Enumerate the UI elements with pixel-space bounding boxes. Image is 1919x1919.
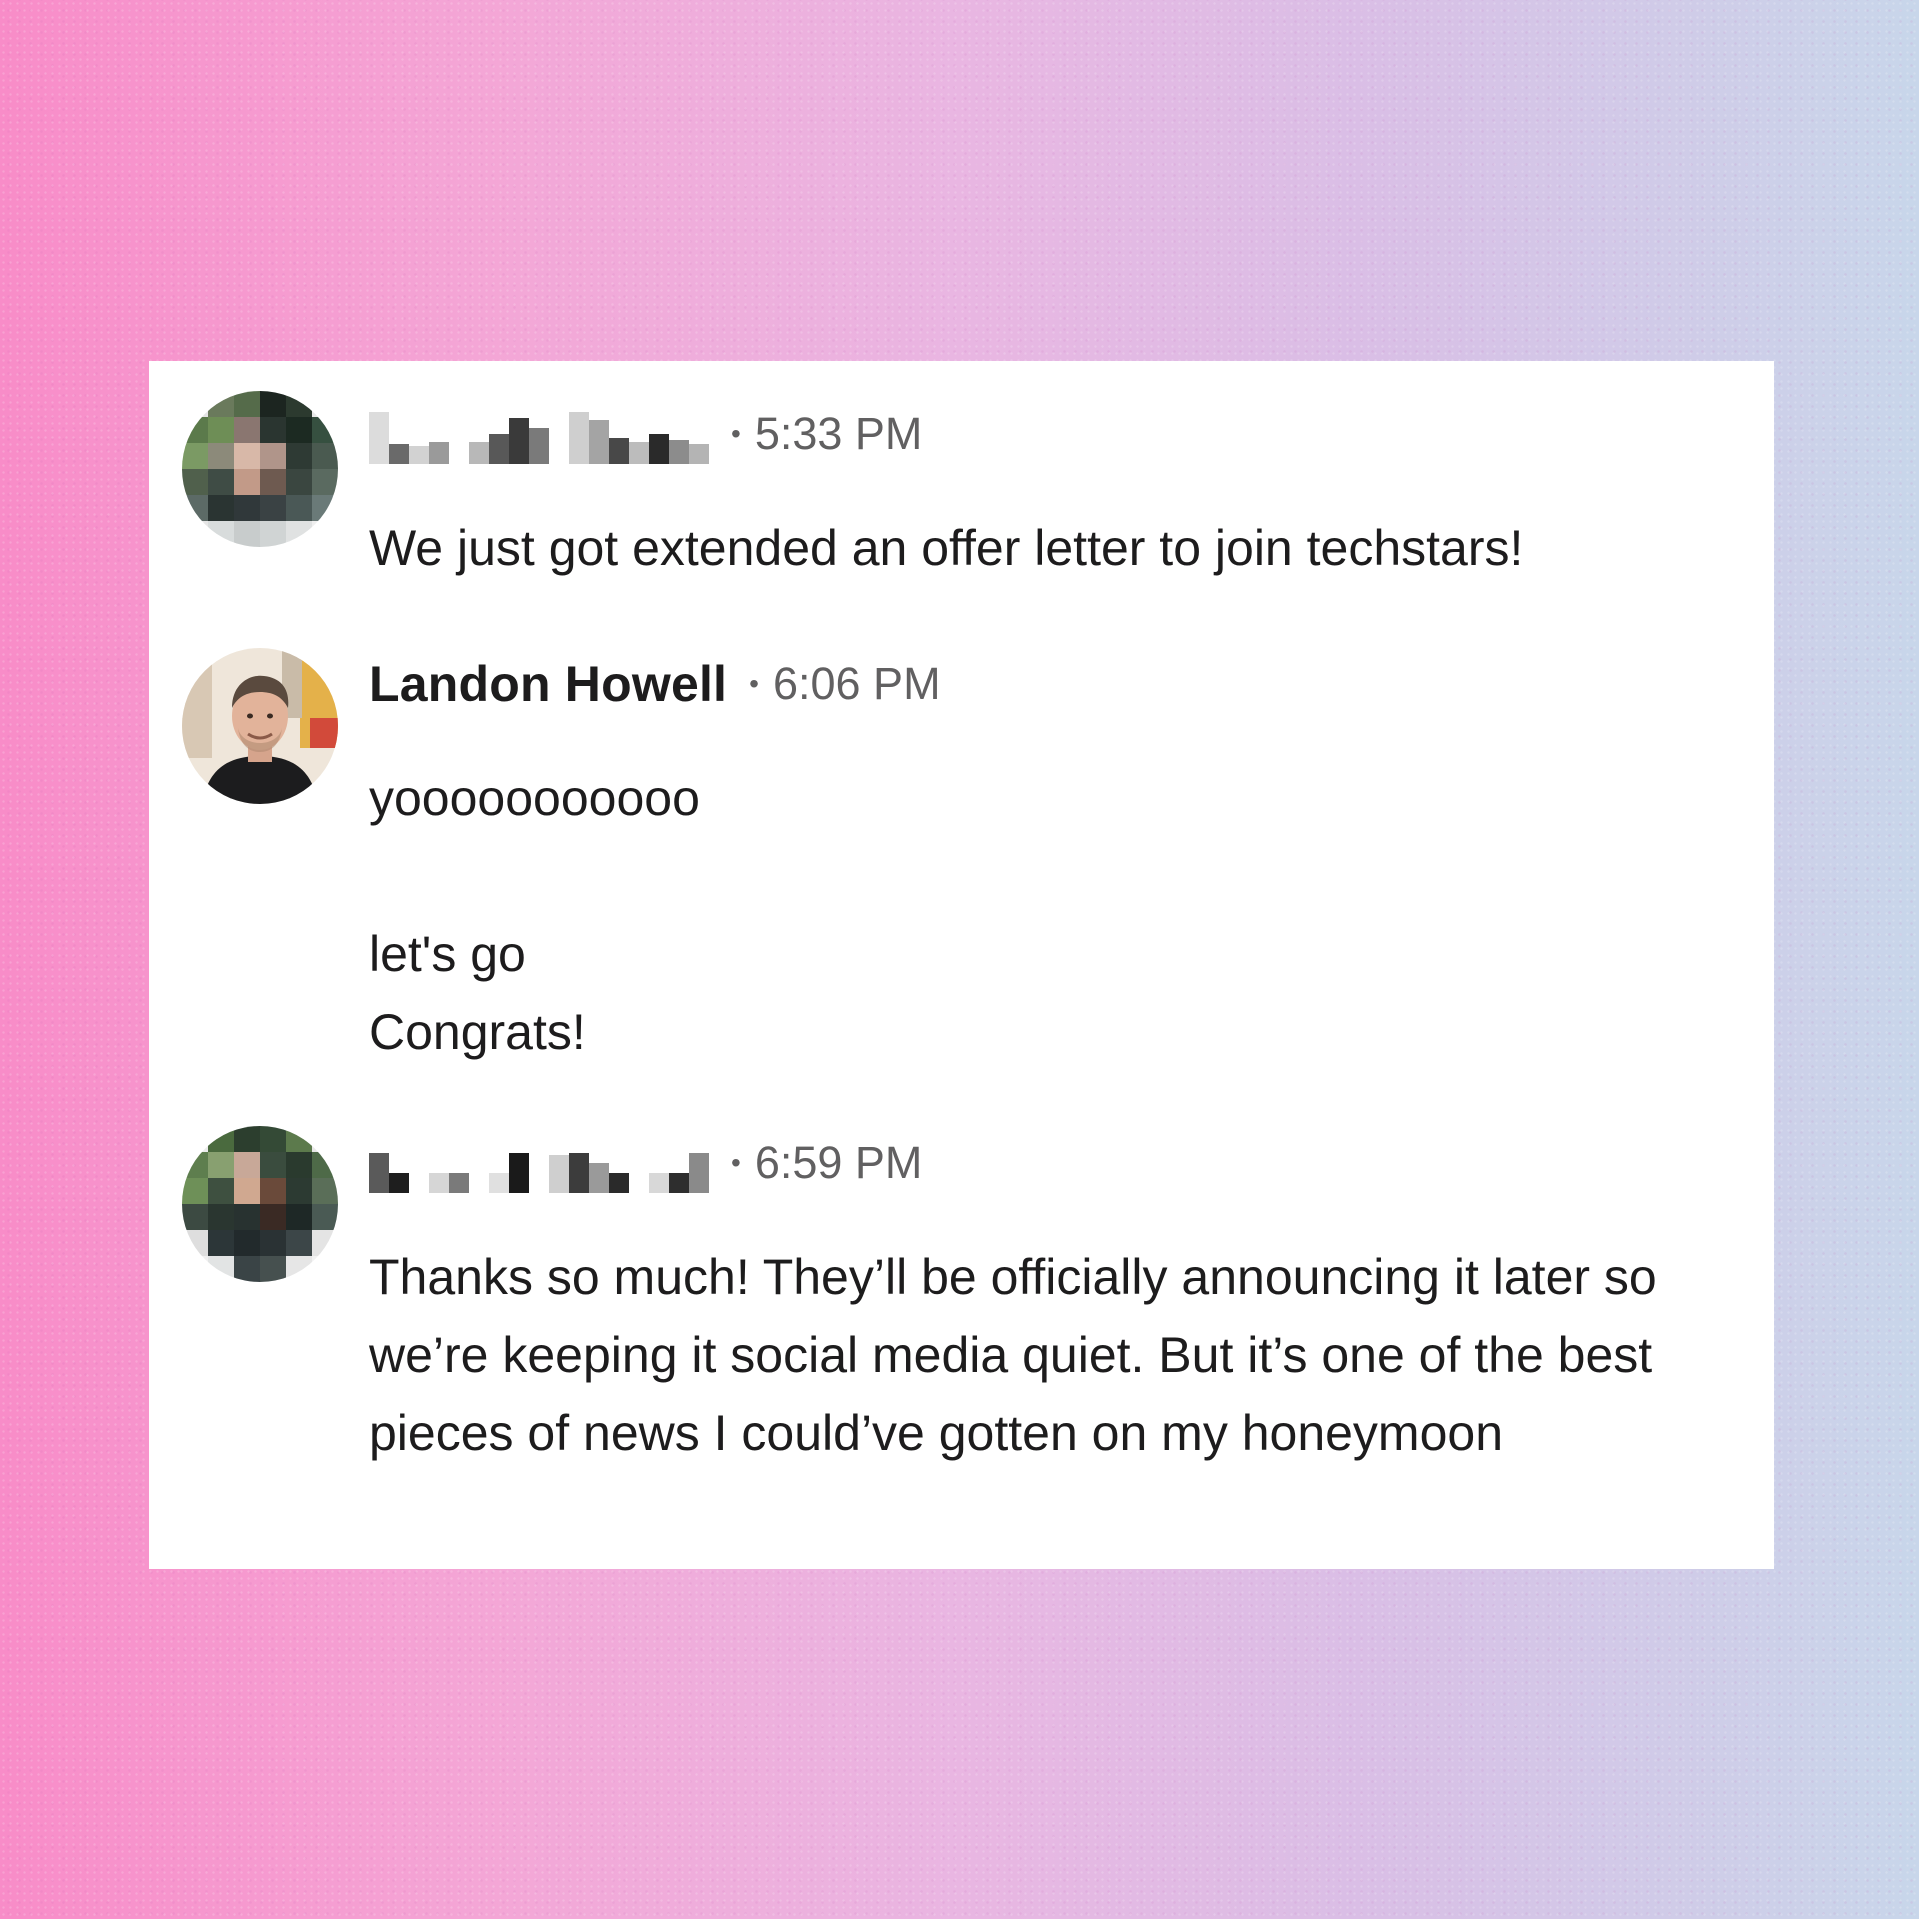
message-timestamp[interactable]: 6:59 PM <box>755 1137 923 1189</box>
message-header: Landon Howell • 6:06 PM <box>369 649 941 719</box>
sender-name-redacted[interactable] <box>369 1133 709 1193</box>
message-body: yooooooooooo let's go Congrats! <box>369 759 1739 1071</box>
message-line: Thanks so much! They’ll be officially an… <box>369 1249 1657 1461</box>
message-line: We just got extended an offer letter to … <box>369 520 1524 576</box>
message-line: Congrats! <box>369 1004 586 1060</box>
separator-dot: • <box>731 418 741 449</box>
message-body: Thanks so much! They’ll be officially an… <box>369 1238 1739 1472</box>
avatar-pixelated[interactable] <box>182 391 338 547</box>
avatar-photo <box>182 648 338 804</box>
avatar-pixelated[interactable] <box>182 1126 338 1282</box>
separator-dot: • <box>749 668 759 699</box>
message-header: • 6:59 PM <box>369 1128 922 1198</box>
message-line: let's go <box>369 926 526 982</box>
avatar-landon-howell[interactable] <box>182 648 338 804</box>
message-header: • 5:33 PM <box>369 399 922 469</box>
message-line-blank <box>369 837 1739 915</box>
sender-name-redacted[interactable] <box>369 404 709 464</box>
separator-dot: • <box>731 1147 741 1178</box>
sender-name[interactable]: Landon Howell <box>369 655 727 713</box>
message-timestamp[interactable]: 6:06 PM <box>773 658 941 710</box>
message-body: We just got extended an offer letter to … <box>369 509 1739 587</box>
message-line: yooooooooooo <box>369 770 700 826</box>
message-timestamp[interactable]: 5:33 PM <box>755 408 923 460</box>
message-thread: • 5:33 PM We just got extended an offer … <box>149 361 1774 1569</box>
